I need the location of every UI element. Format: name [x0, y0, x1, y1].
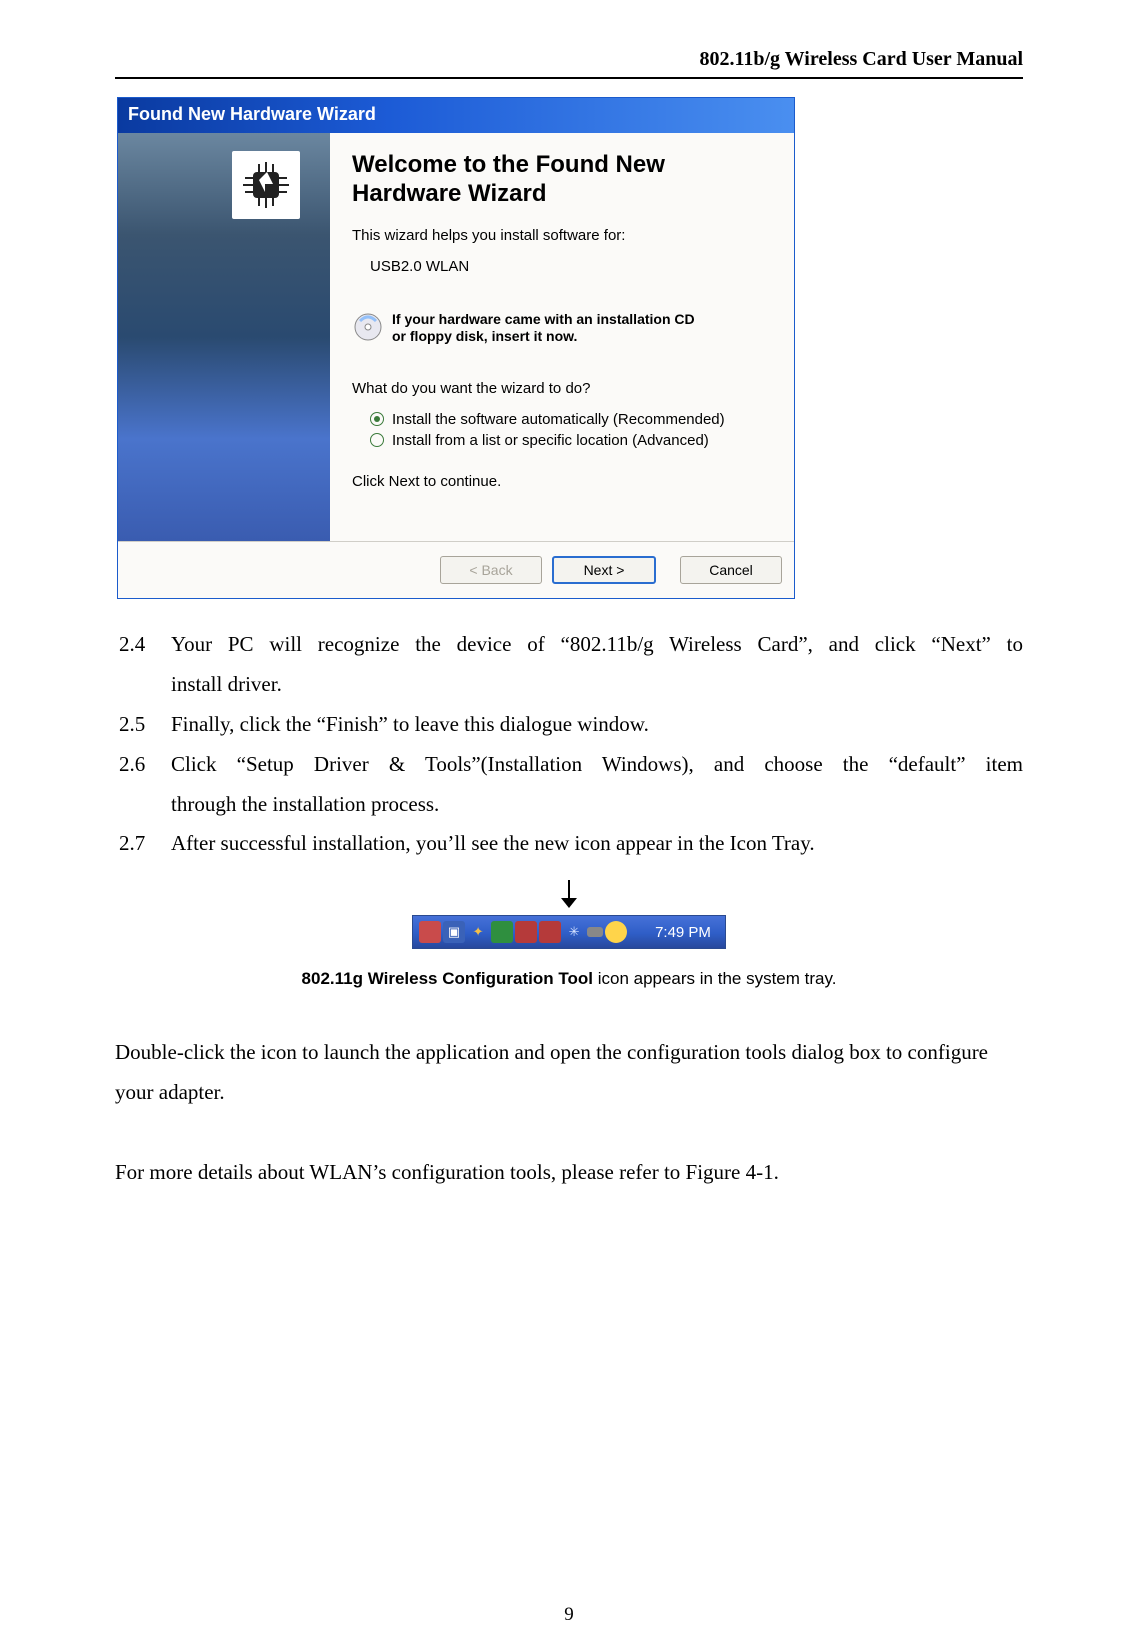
tray-icon [587, 927, 603, 937]
page-number: 9 [0, 1604, 1138, 1626]
wizard-heading: Welcome to the Found New Hardware Wizard [352, 151, 776, 209]
arrow-down-icon [561, 880, 577, 910]
radio-checked-icon [370, 412, 384, 426]
tray-icon: ✦ [467, 921, 489, 943]
installation-cd-icon [352, 311, 384, 343]
tray-icon: ✳ [563, 921, 585, 943]
radio-install-auto[interactable]: Install the software automatically (Reco… [370, 411, 776, 428]
tray-icon [491, 921, 513, 943]
radio-install-specific[interactable]: Install from a list or specific location… [370, 432, 776, 449]
step-text: Your PC will recognize the device of “80… [171, 625, 1023, 665]
radio-install-specific-label: Install from a list or specific location… [392, 432, 709, 449]
step-number: 2.7 [115, 824, 171, 864]
wizard-cd-hint: If your hardware came with an installati… [392, 311, 695, 346]
wireless-config-tray-icon[interactable] [605, 921, 627, 943]
step-number: 2.5 [115, 705, 171, 745]
back-button: < Back [440, 556, 542, 584]
tray-icon: ▣ [443, 921, 465, 943]
header-rule [115, 77, 1023, 79]
body-paragraph: For more details about WLAN’s configurat… [115, 1153, 1023, 1193]
wizard-dialog: Found New Hardware Wizard [117, 97, 795, 599]
wizard-device-name: USB2.0 WLAN [370, 258, 776, 275]
step-text: Finally, click the “Finish” to leave thi… [171, 705, 1023, 745]
step-number: 2.4 [115, 625, 171, 665]
hardware-chip-icon [232, 151, 300, 219]
step-text: Click “Setup Driver & Tools”(Installatio… [171, 745, 1023, 785]
radio-install-auto-label: Install the software automatically (Reco… [392, 411, 725, 428]
wizard-subtitle: This wizard helps you install software f… [352, 227, 776, 244]
next-button[interactable]: Next > [552, 556, 656, 584]
step-text-cont: install driver. [171, 665, 1023, 705]
body-paragraph: Double-click the icon to launch the appl… [115, 1033, 1023, 1113]
wizard-sidebar-graphic [118, 133, 330, 541]
doc-header: 802.11b/g Wireless Card User Manual [115, 48, 1023, 71]
figure-caption: 802.11g Wireless Configuration Tool icon… [115, 969, 1023, 989]
wizard-continue-text: Click Next to continue. [352, 473, 776, 490]
tray-icon [419, 921, 441, 943]
cancel-button[interactable]: Cancel [680, 556, 782, 584]
step-text-cont: through the installation process. [171, 785, 1023, 825]
wizard-titlebar: Found New Hardware Wizard [118, 98, 794, 133]
wizard-question: What do you want the wizard to do? [352, 380, 776, 397]
system-tray: ▣ ✦ ✳ 7:49 PM [412, 915, 726, 949]
step-number: 2.6 [115, 745, 171, 785]
tray-clock: 7:49 PM [641, 916, 725, 948]
tray-icon [539, 921, 561, 943]
step-text: After successful installation, you’ll se… [171, 824, 1023, 864]
tray-icon [515, 921, 537, 943]
radio-unchecked-icon [370, 433, 384, 447]
